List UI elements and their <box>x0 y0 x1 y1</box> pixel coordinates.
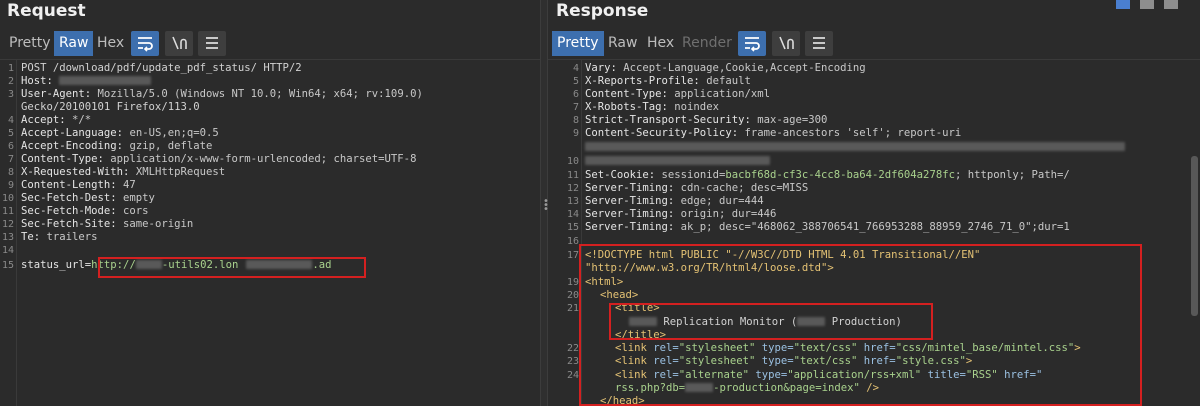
request-line: X-Requested-With: XMLHttpRequest <box>21 166 226 178</box>
menu-button[interactable] <box>805 31 833 56</box>
line-number: 17 <box>566 250 579 261</box>
response-line: <link rel="alternate" type="application/… <box>615 369 1043 381</box>
hamburger-icon <box>206 37 218 49</box>
tab-pretty[interactable]: Pretty <box>4 31 56 56</box>
request-line: Accept: */* <box>21 114 92 126</box>
wrap-icon <box>745 37 760 52</box>
show-newlines-toggle[interactable] <box>165 31 193 56</box>
request-line: Content-Length: 47 <box>21 179 136 191</box>
redacted-line <box>585 155 770 167</box>
response-line: Content-Security-Policy: frame-ancestors… <box>585 127 962 139</box>
response-line: Server-Timing: cdn-cache; desc=MISS <box>585 182 809 194</box>
request-body-line: status_url=http://-utils02.lon .ad <box>21 259 332 271</box>
line-gutter: 4 5 6 7 8 9 10 11 12 13 14 15 16 17 19 2… <box>548 60 582 406</box>
show-newlines-toggle[interactable] <box>772 31 800 56</box>
request-line: User-Agent: Mozilla/5.0 (Windows NT 10.0… <box>21 88 423 100</box>
response-title: Response <box>556 1 649 21</box>
redacted-name <box>629 317 657 326</box>
response-line: </title> <box>615 329 667 341</box>
response-line: Server-Timing: edge; dur=444 <box>585 195 764 207</box>
layout-vertical-icon[interactable] <box>1164 0 1178 9</box>
word-wrap-toggle[interactable] <box>131 31 159 56</box>
redacted-line <box>585 141 1125 153</box>
tab-render[interactable]: Render <box>677 31 737 56</box>
title-text-line: Replication Monitor ( Production) <box>629 316 902 328</box>
tab-hex[interactable]: Hex <box>92 31 129 56</box>
response-line: </head> <box>600 395 645 406</box>
redacted-host <box>59 76 152 85</box>
request-editor[interactable]: 1 2 3 4 5 6 7 8 9 10 11 12 13 14 15 POST… <box>0 59 540 406</box>
request-line: POST /download/pdf/update_pdf_status/ HT… <box>21 62 302 74</box>
response-pane: Response Pretty Raw Hex Render 4 5 6 7 8… <box>548 0 1200 406</box>
request-line: Host: <box>21 75 152 87</box>
response-line: Server-Timing: origin; dur=446 <box>585 208 777 220</box>
menu-button[interactable] <box>198 31 226 56</box>
request-line: Accept-Encoding: gzip, deflate <box>21 140 213 152</box>
request-line: Gecko/20100101 Firefox/113.0 <box>21 101 200 113</box>
response-line: Vary: Accept-Language,Cookie,Accept-Enco… <box>585 62 866 74</box>
request-title: Request <box>7 1 86 21</box>
response-code: Vary: Accept-Language,Cookie,Accept-Enco… <box>585 60 1200 406</box>
newline-icon <box>172 36 187 50</box>
response-line: <head> <box>600 289 639 301</box>
response-line: X-Reports-Profile: default <box>585 75 751 87</box>
response-line: <!DOCTYPE html PUBLIC "-//W3C//DTD HTML … <box>585 249 981 261</box>
response-toolbar: Pretty Raw Hex Render <box>548 31 1200 56</box>
tab-hex[interactable]: Hex <box>642 31 679 56</box>
request-code: POST /download/pdf/update_pdf_status/ HT… <box>21 60 540 406</box>
response-line: X-Robots-Tag: noindex <box>585 101 719 113</box>
tab-pretty[interactable]: Pretty <box>552 31 604 56</box>
line-number: 23 <box>566 356 579 367</box>
pane-splitter[interactable]: • • • <box>540 0 549 406</box>
response-line: <title> <box>615 302 660 314</box>
vertical-scrollbar[interactable] <box>1189 60 1200 406</box>
request-pane: Request Pretty Raw Hex 1 2 3 4 5 6 7 8 9… <box>0 0 540 406</box>
request-line: Sec-Fetch-Site: same-origin <box>21 218 194 230</box>
request-line: Sec-Fetch-Mode: cors <box>21 205 149 217</box>
request-line: Te: trailers <box>21 231 98 243</box>
line-number: 22 <box>566 343 579 354</box>
redacted-name <box>685 383 714 392</box>
layout-horizontal-icon[interactable] <box>1140 0 1154 9</box>
response-line: rss.php?db= -production&page=index" /> <box>615 382 880 394</box>
redacted-name <box>797 317 826 326</box>
tab-raw[interactable]: Raw <box>54 31 94 56</box>
layout-split-icon[interactable] <box>1116 0 1130 9</box>
line-number: 24 <box>566 370 579 381</box>
line-number: 19 <box>566 277 579 288</box>
layout-switcher <box>1114 0 1194 10</box>
redacted-url-part <box>246 260 313 269</box>
word-wrap-toggle[interactable] <box>738 31 766 56</box>
request-line: Content-Type: application/x-www-form-url… <box>21 153 417 165</box>
response-line: <link rel="stylesheet" type="text/css" h… <box>615 342 1081 354</box>
newline-icon <box>779 36 794 50</box>
request-line: Accept-Language: en-US,en;q=0.5 <box>21 127 219 139</box>
response-line: "http://www.w3.org/TR/html4/loose.dtd"> <box>585 262 834 274</box>
line-number: 16 <box>566 236 579 247</box>
response-line: <link rel="stylesheet" type="text/css" h… <box>615 355 973 367</box>
response-line: Content-Type: application/xml <box>585 88 770 100</box>
request-line: Sec-Fetch-Dest: empty <box>21 192 155 204</box>
redacted-url-part <box>135 260 162 269</box>
hamburger-icon <box>813 37 825 49</box>
response-editor[interactable]: 4 5 6 7 8 9 10 11 12 13 14 15 16 17 19 2… <box>548 59 1200 406</box>
response-line: <html> <box>585 276 624 288</box>
response-line: Strict-Transport-Security: max-age=300 <box>585 114 828 126</box>
tab-raw[interactable]: Raw <box>603 31 642 56</box>
line-number: 21 <box>566 303 579 314</box>
request-toolbar: Pretty Raw Hex <box>0 31 540 56</box>
line-number: 20 <box>566 290 579 301</box>
wrap-icon <box>138 37 153 52</box>
line-gutter: 1 2 3 4 5 6 7 8 9 10 11 12 13 14 15 <box>0 60 17 406</box>
response-line: Set-Cookie: sessionid=bacbf68d-cf3c-4cc8… <box>585 169 1070 181</box>
response-line: Server-Timing: ak_p; desc="468062_388706… <box>585 221 1070 233</box>
scrollbar-thumb[interactable] <box>1191 156 1198 316</box>
